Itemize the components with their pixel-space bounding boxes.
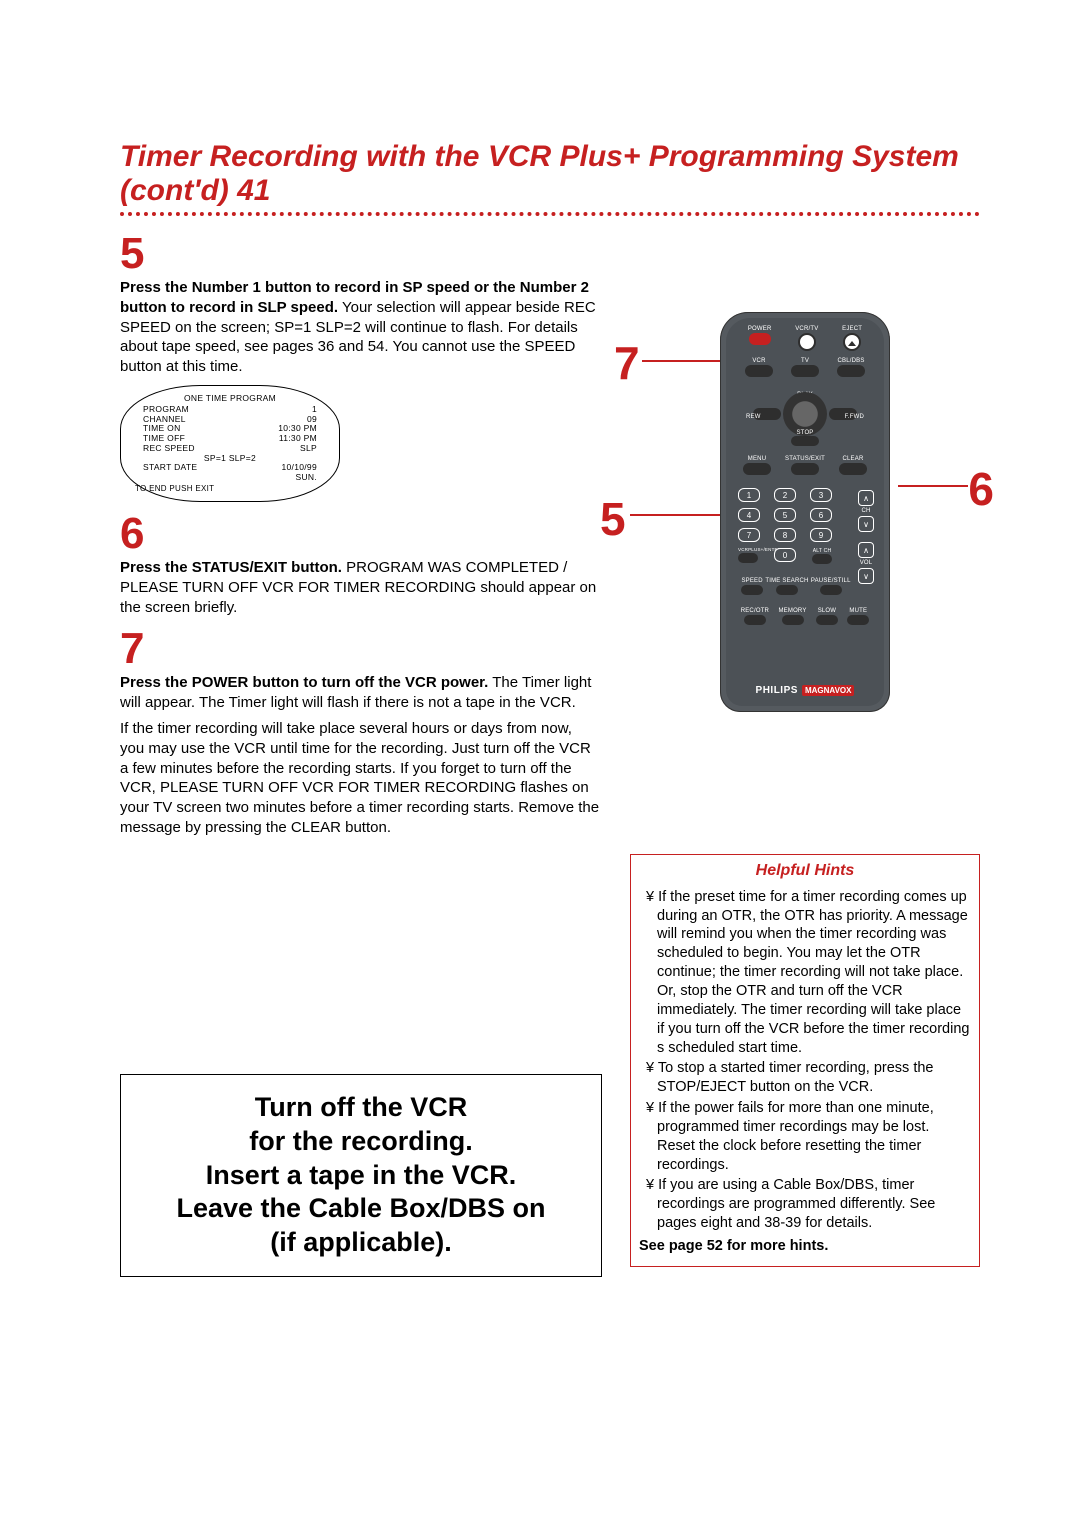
eject-icon	[848, 341, 856, 346]
lbl-status: STATUS/EXIT	[785, 456, 825, 462]
lbl-vol: VOL	[860, 560, 873, 566]
osd-r7-v: SUN.	[295, 473, 317, 483]
vcr-mode-button[interactable]	[745, 365, 773, 377]
hint-item: To stop a started timer recording, press…	[643, 1059, 971, 1097]
vcr-tv-button[interactable]	[798, 333, 816, 351]
lbl-vcrtv: VCR/TV	[795, 326, 818, 332]
lbl-eject: EJECT	[842, 326, 862, 332]
vcrplus-enter-button[interactable]	[738, 553, 758, 563]
step-7-para2: If the timer recording will take place s…	[120, 719, 600, 838]
lbl-menu: MENU	[748, 456, 766, 462]
callout-5-line	[630, 514, 734, 516]
tv-mode-button[interactable]	[791, 365, 819, 377]
stop-button[interactable]	[791, 436, 819, 446]
step-6-bold: Press the STATUS/EXIT button.	[120, 559, 342, 576]
page-number: 41	[237, 174, 270, 207]
osd-footer: TO END PUSH EXIT	[135, 484, 325, 493]
hint-item: If the power fails for more than one min…	[643, 1099, 971, 1174]
step-7-bold: Press the POWER button to turn off the V…	[120, 674, 488, 691]
step-7-text: Press the POWER button to turn off the V…	[120, 673, 600, 713]
remote-control: POWER VCR/TV EJECT VCR TV CBL/DBS REW	[720, 312, 890, 712]
lbl-timesearch: TIME SEARCH	[765, 578, 808, 584]
page-title: Timer Recording with the VCR Plus+ Progr…	[120, 140, 980, 208]
pause-still-button[interactable]	[820, 585, 842, 595]
num-4-button[interactable]: 4	[738, 508, 760, 522]
num-5-button[interactable]: 5	[774, 508, 796, 522]
status-exit-button[interactable]	[791, 463, 819, 475]
lbl-speed: SPEED	[741, 578, 762, 584]
step-7-number: 7	[120, 627, 600, 671]
num-8-button[interactable]: 8	[774, 528, 796, 542]
lbl-power: POWER	[748, 326, 772, 332]
hint-item: If you are using a Cable Box/DBS, timer …	[643, 1176, 971, 1233]
callout-6: 6	[968, 462, 994, 516]
lbl-cbldbs: CBL/DBS	[837, 358, 864, 364]
lbl-tv: TV	[801, 358, 809, 364]
callout-7: 7	[614, 336, 640, 390]
num-7-button[interactable]: 7	[738, 528, 760, 542]
osd-display: ONE TIME PROGRAM PROGRAM1 CHANNEL09 TIME…	[120, 385, 340, 502]
rec-otr-button[interactable]	[744, 615, 766, 625]
title-divider	[120, 212, 980, 216]
osd-title: ONE TIME PROGRAM	[135, 394, 325, 404]
lbl-vcr: VCR	[752, 358, 765, 364]
callout-5: 5	[600, 492, 626, 546]
num-0-button[interactable]: 0	[774, 548, 796, 562]
brand-magnavox: MAGNAVOX	[802, 685, 855, 696]
num-3-button[interactable]: 3	[810, 488, 832, 502]
step-5-text: Press the Number 1 button to record in S…	[120, 278, 600, 377]
lbl-ch: CH	[861, 508, 870, 514]
menu-button[interactable]	[743, 463, 771, 475]
speed-button[interactable]	[741, 585, 763, 595]
lbl-vcrplus: VCRPLUS+/ENTER	[738, 548, 758, 553]
num-6-button[interactable]: 6	[810, 508, 832, 522]
lbl-recotr: REC/OTR	[741, 608, 769, 614]
big-callout: Turn off the VCR for the recording. Inse…	[120, 1074, 602, 1277]
alt-ch-button[interactable]	[812, 554, 832, 564]
brand-philips: PHILIPS	[756, 685, 798, 696]
lbl-rew: REW	[746, 414, 761, 420]
lbl-altch: ALT CH	[812, 548, 832, 554]
time-search-button[interactable]	[776, 585, 798, 595]
clear-button[interactable]	[839, 463, 867, 475]
hints-footer: See page 52 for more hints.	[639, 1237, 971, 1256]
lbl-ffwd: F.FWD	[845, 414, 864, 420]
num-2-button[interactable]: 2	[774, 488, 796, 502]
lbl-clear: CLEAR	[842, 456, 863, 462]
helpful-hints: Helpful Hints If the preset time for a t…	[630, 854, 980, 1267]
num-9-button[interactable]: 9	[810, 528, 832, 542]
osd-r6-l: START DATE	[143, 463, 197, 473]
lbl-mute: MUTE	[849, 608, 867, 614]
osd-r5-v: SP=1 SLP=2	[204, 453, 256, 463]
hints-title: Helpful Hints	[639, 861, 971, 882]
power-button[interactable]	[749, 333, 771, 345]
step-6-number: 6	[120, 512, 600, 556]
lbl-pausestill: PAUSE/STILL	[811, 578, 851, 584]
eject-button[interactable]	[843, 333, 861, 351]
hint-item: If the preset time for a timer recording…	[643, 888, 971, 1058]
osd-r4-l: REC SPEED	[143, 444, 195, 454]
ch-down-button[interactable]: ∨	[858, 516, 874, 532]
big-callout-text: Turn off the VCR for the recording. Inse…	[176, 1092, 545, 1257]
step-5-number: 5	[120, 232, 600, 276]
lbl-slow: SLOW	[818, 608, 836, 614]
step-6-text: Press the STATUS/EXIT button. PROGRAM WA…	[120, 558, 600, 617]
callout-6-line	[898, 485, 968, 487]
osd-r4-v: SLP	[300, 444, 317, 454]
ch-up-button[interactable]: ∧	[858, 490, 874, 506]
mute-button[interactable]	[847, 615, 869, 625]
slow-button[interactable]	[816, 615, 838, 625]
num-1-button[interactable]: 1	[738, 488, 760, 502]
vol-up-button[interactable]: ∧	[858, 542, 874, 558]
lbl-memory: MEMORY	[778, 608, 806, 614]
memory-button[interactable]	[782, 615, 804, 625]
cbldbs-mode-button[interactable]	[837, 365, 865, 377]
